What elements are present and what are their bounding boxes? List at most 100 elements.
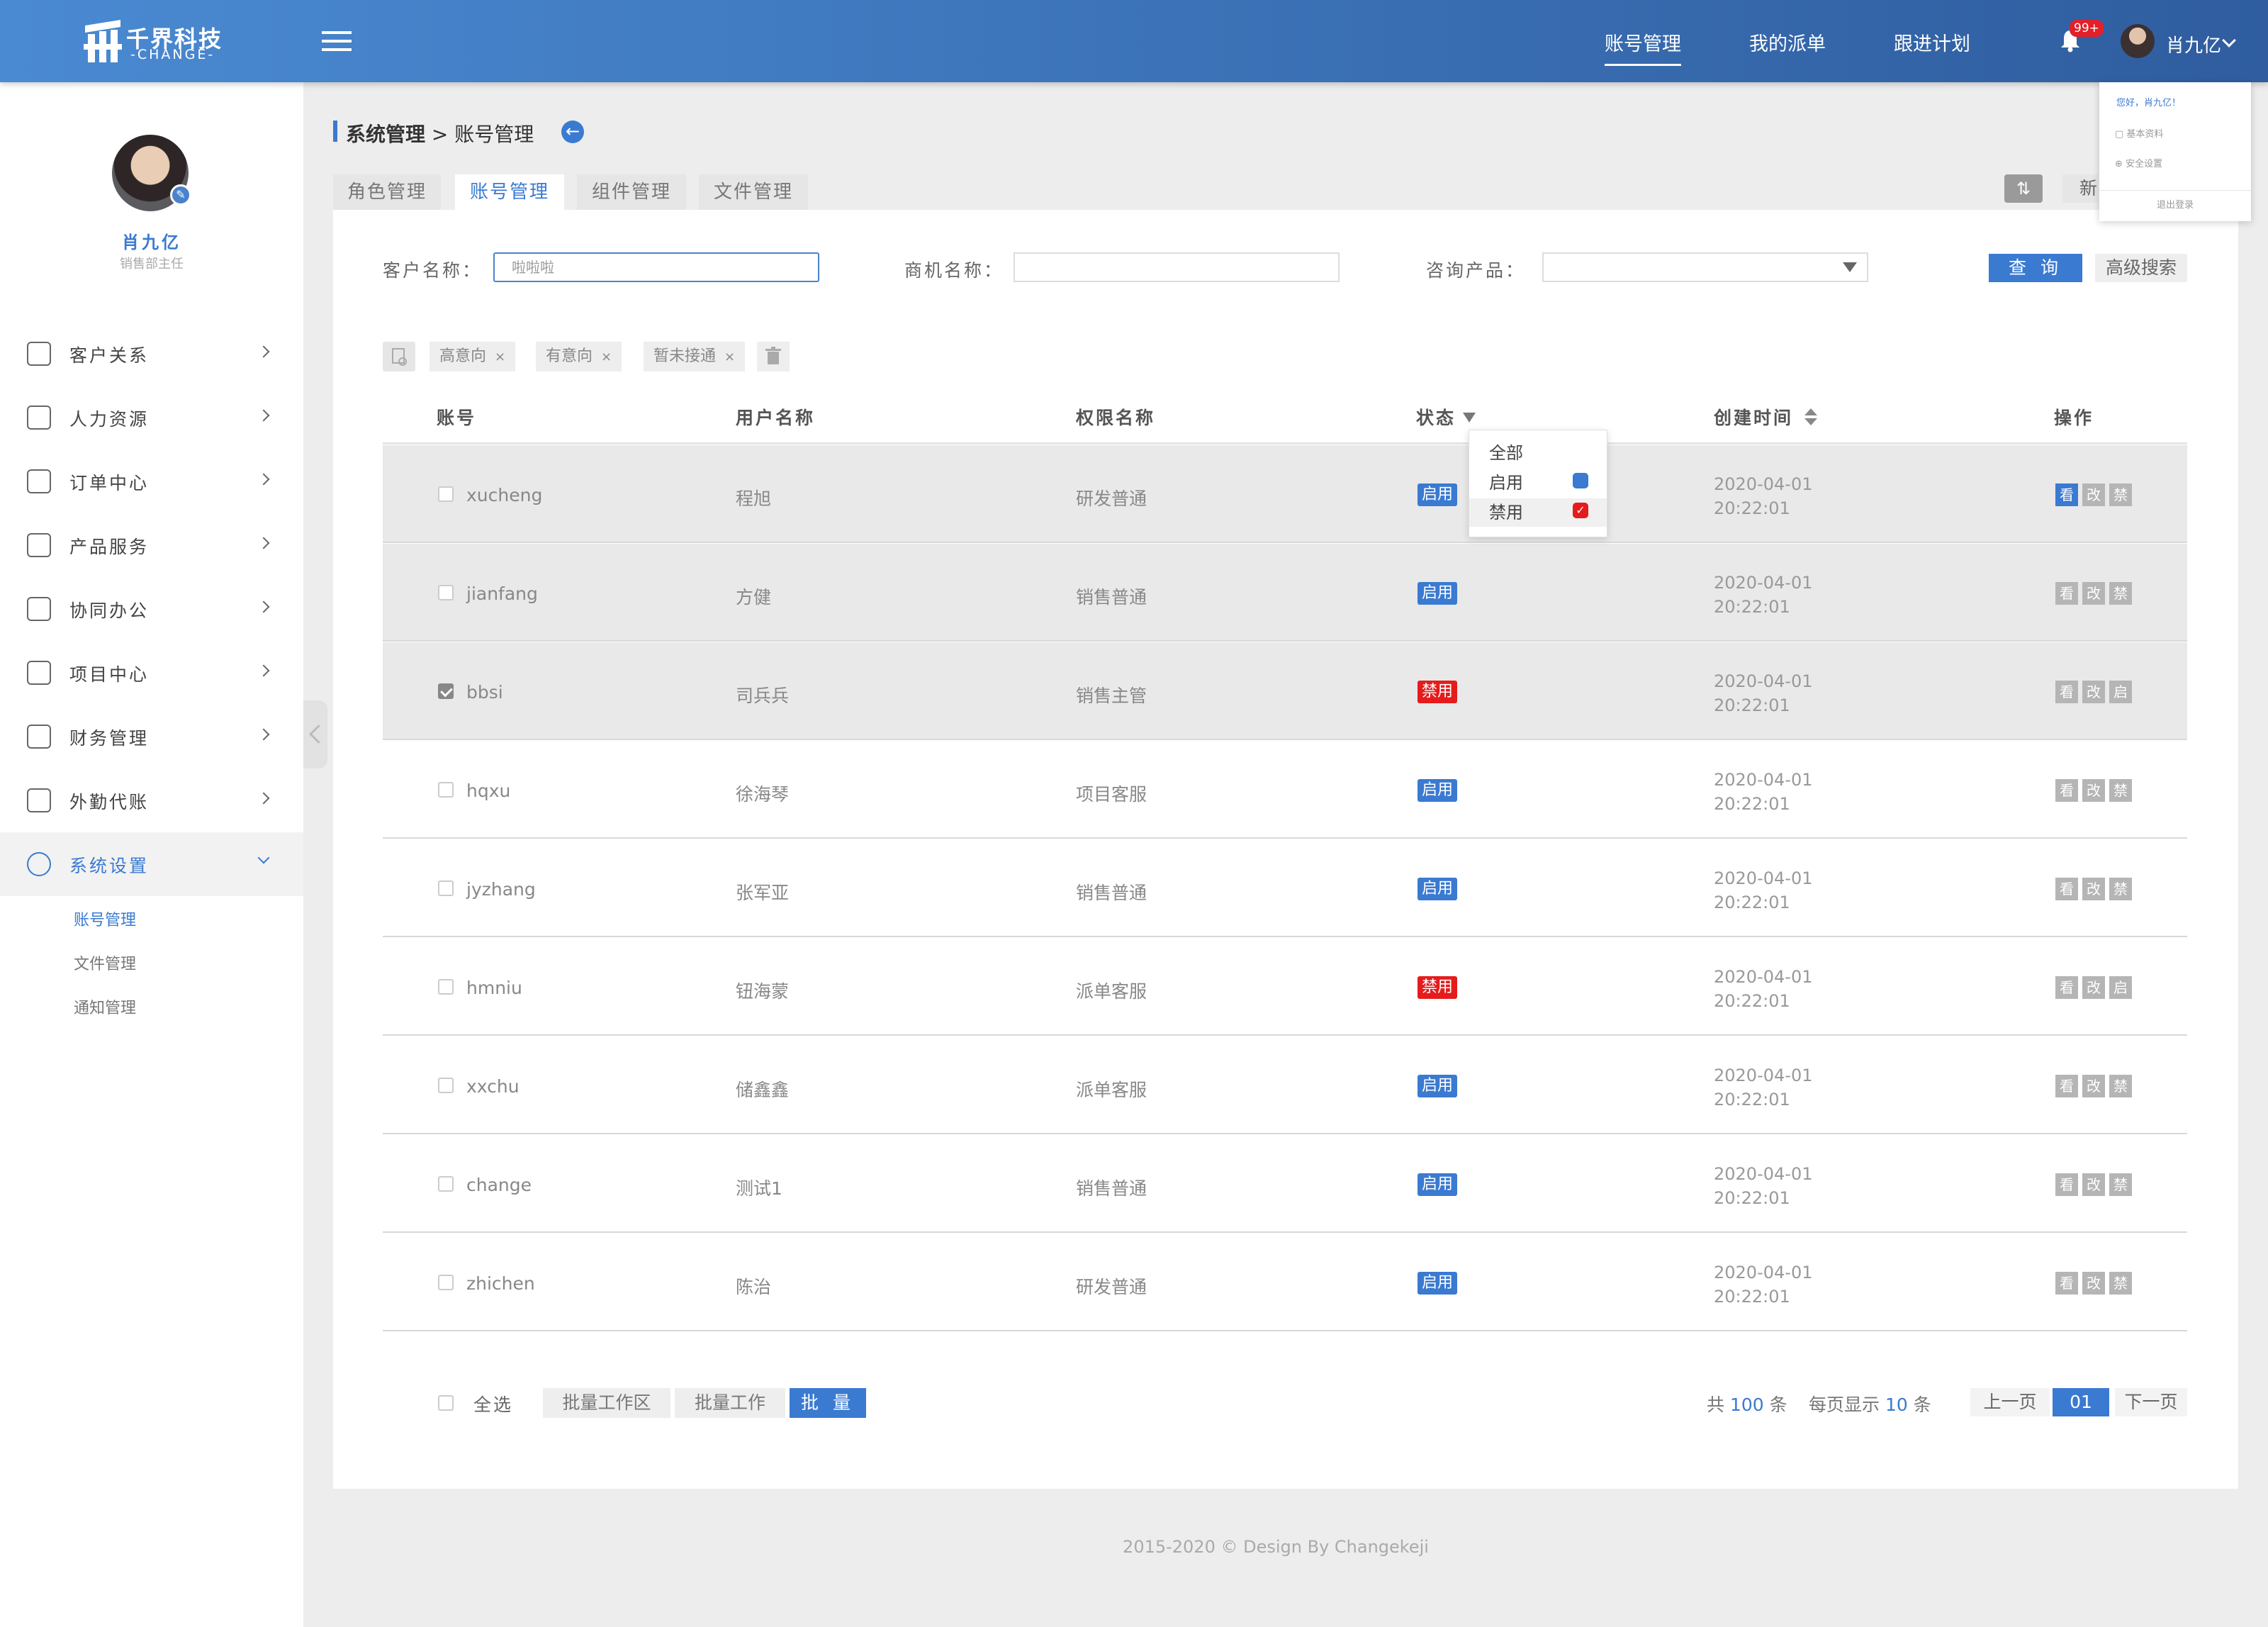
new-button[interactable]: 新 — [2062, 174, 2098, 203]
nav-my-dispatch[interactable]: 我的派单 — [1749, 28, 1826, 56]
tab-files[interactable]: 文件管理 — [699, 174, 808, 210]
sidebar-item-orders[interactable]: 订单中心 — [0, 449, 303, 513]
tag-chip[interactable]: 高意向 × — [430, 342, 516, 371]
edit-button[interactable]: 改 — [2082, 1272, 2105, 1295]
row-checkbox[interactable] — [438, 486, 454, 502]
edit-button[interactable]: 改 — [2082, 582, 2105, 605]
status-option-all[interactable]: 全部 — [1489, 439, 1523, 464]
avatar[interactable] — [2121, 24, 2155, 58]
edit-pencil-icon[interactable]: ✎ — [170, 184, 191, 206]
menu-security[interactable]: ⊕ 安全设置 — [2115, 156, 2162, 169]
row-checkbox[interactable] — [438, 683, 454, 699]
view-button[interactable]: 看 — [2055, 779, 2078, 802]
current-page-button[interactable]: 01 — [2053, 1388, 2109, 1416]
menu-toggle-icon[interactable] — [322, 31, 352, 52]
tab-roles[interactable]: 角色管理 — [333, 174, 441, 210]
next-page-button[interactable]: 下一页 — [2115, 1388, 2187, 1416]
edit-button[interactable]: 改 — [2082, 976, 2105, 999]
edit-button[interactable]: 改 — [2082, 878, 2105, 900]
status-option-enabled[interactable]: 启用 — [1489, 469, 1523, 493]
sidebar-item-field[interactable]: 外勤代账 — [0, 768, 303, 832]
chevron-down-icon[interactable] — [2222, 33, 2236, 47]
column-created[interactable]: 创建时间 — [1714, 404, 1817, 430]
menu-profile[interactable]: ▢ 基本资料 — [2115, 126, 2163, 140]
tag-filter-icon[interactable] — [383, 342, 415, 371]
table-row[interactable]: xucheng 程旭 研发普通 启用 2020-04-01 20:22:01 看改禁 — [383, 445, 2187, 543]
filter-triangle-icon[interactable] — [1463, 413, 1476, 423]
sidebar-sub-accounts[interactable]: 账号管理 — [74, 907, 136, 930]
sidebar-sub-notices[interactable]: 通知管理 — [74, 995, 136, 1018]
status-option-disabled[interactable]: 禁用 — [1489, 498, 1523, 523]
sidebar-item-products[interactable]: 产品服务 — [0, 513, 303, 577]
column-status[interactable]: 状态 — [1416, 404, 1476, 430]
view-button[interactable]: 看 — [2055, 976, 2078, 999]
table-row[interactable]: zhichen 陈治 研发普通 启用 2020-04-01 20:22:01 看改禁 — [383, 1234, 2187, 1331]
tag-chip[interactable]: 有意向 × — [536, 342, 622, 371]
collapse-sidebar-button[interactable] — [303, 700, 327, 768]
nav-account-management[interactable]: 账号管理 — [1605, 28, 1681, 66]
tab-accounts[interactable]: 账号管理 — [455, 174, 564, 210]
sidebar-sub-files[interactable]: 文件管理 — [74, 951, 136, 974]
table-row[interactable]: hqxu 徐海琴 项目客服 启用 2020-04-01 20:22:01 看改禁 — [383, 741, 2187, 839]
view-button[interactable]: 看 — [2055, 681, 2078, 703]
batch-work-button[interactable]: 批量工作 — [675, 1388, 785, 1418]
query-button[interactable]: 查 询 — [1989, 254, 2082, 282]
row-checkbox[interactable] — [438, 1275, 454, 1290]
sidebar-item-system[interactable]: 系统设置 — [0, 832, 303, 896]
sidebar-item-projects[interactable]: 项目中心 — [0, 641, 303, 705]
toggle-status-button[interactable]: 禁 — [2109, 1173, 2132, 1196]
row-checkbox[interactable] — [438, 979, 454, 995]
toggle-status-button[interactable]: 禁 — [2109, 1272, 2132, 1295]
trash-icon[interactable] — [757, 342, 790, 371]
row-checkbox[interactable] — [438, 880, 454, 896]
sort-down-icon[interactable] — [1804, 418, 1817, 425]
user-name[interactable]: 肖九亿 — [2166, 31, 2221, 57]
view-button[interactable]: 看 — [2055, 483, 2078, 506]
back-arrow-icon[interactable]: ← — [561, 121, 584, 143]
row-checkbox[interactable] — [438, 1176, 454, 1192]
sidebar-item-customer[interactable]: 客户关系 — [0, 322, 303, 386]
select-all-label[interactable]: 全选 — [473, 1391, 513, 1416]
page-size-value[interactable]: 10 — [1885, 1394, 1908, 1415]
toggle-status-button[interactable]: 禁 — [2109, 779, 2132, 802]
view-button[interactable]: 看 — [2055, 1173, 2078, 1196]
table-row[interactable]: jianfang 方健 销售普通 启用 2020-04-01 20:22:01 看改禁 — [383, 544, 2187, 642]
batch-button[interactable]: 批 量 — [790, 1388, 866, 1418]
row-checkbox[interactable] — [438, 585, 454, 600]
table-row[interactable]: change 测试1 销售普通 启用 2020-04-01 20:22:01 看改禁 — [383, 1135, 2187, 1233]
toggle-status-button[interactable]: 启 — [2109, 681, 2132, 703]
nav-follow-plan[interactable]: 跟进计划 — [1894, 28, 1970, 56]
table-row[interactable]: xxchu 储鑫鑫 派单客服 启用 2020-04-01 20:22:01 看改禁 — [383, 1036, 2187, 1134]
view-button[interactable]: 看 — [2055, 878, 2078, 900]
table-row[interactable]: bbsi 司兵兵 销售主管 禁用 2020-04-01 20:22:01 看改启 — [383, 642, 2187, 740]
row-checkbox[interactable] — [438, 782, 454, 798]
toggle-status-button[interactable]: 禁 — [2109, 1075, 2132, 1097]
tag-chip[interactable]: 暂未接通 × — [644, 342, 746, 371]
product-select[interactable] — [1542, 252, 1868, 282]
prev-page-button[interactable]: 上一页 — [1970, 1388, 2050, 1416]
edit-button[interactable]: 改 — [2082, 1075, 2105, 1097]
sidebar-item-office[interactable]: 协同办公 — [0, 577, 303, 641]
logout-link[interactable]: 退出登录 — [2099, 197, 2251, 211]
breadcrumb-section[interactable]: 系统管理 — [346, 123, 425, 146]
page-size[interactable]: 每页显示 10 条 — [1809, 1391, 1931, 1416]
tab-components[interactable]: 组件管理 — [577, 174, 686, 210]
edit-button[interactable]: 改 — [2082, 779, 2105, 802]
table-row[interactable]: hmniu 钮海蒙 派单客服 禁用 2020-04-01 20:22:01 看改启 — [383, 938, 2187, 1036]
row-checkbox[interactable] — [438, 1078, 454, 1093]
close-icon[interactable]: × — [724, 350, 735, 364]
edit-button[interactable]: 改 — [2082, 1173, 2105, 1196]
edit-button[interactable]: 改 — [2082, 483, 2105, 506]
toggle-status-button[interactable]: 禁 — [2109, 582, 2132, 605]
select-all-checkbox[interactable] — [438, 1395, 454, 1411]
table-row[interactable]: jyzhang 张军亚 销售普通 启用 2020-04-01 20:22:01 看改禁 — [383, 839, 2187, 937]
view-button[interactable]: 看 — [2055, 1272, 2078, 1295]
customer-name-input[interactable]: 啦啦啦 — [493, 252, 819, 282]
toggle-status-button[interactable]: 启 — [2109, 976, 2132, 999]
sort-up-icon[interactable] — [1804, 408, 1817, 415]
sidebar-item-finance[interactable]: 财务管理 — [0, 705, 303, 768]
toggle-status-button[interactable]: 禁 — [2109, 483, 2132, 506]
batch-workspace-button[interactable]: 批量工作区 — [543, 1388, 670, 1418]
view-button[interactable]: 看 — [2055, 582, 2078, 605]
close-icon[interactable]: × — [495, 350, 505, 364]
